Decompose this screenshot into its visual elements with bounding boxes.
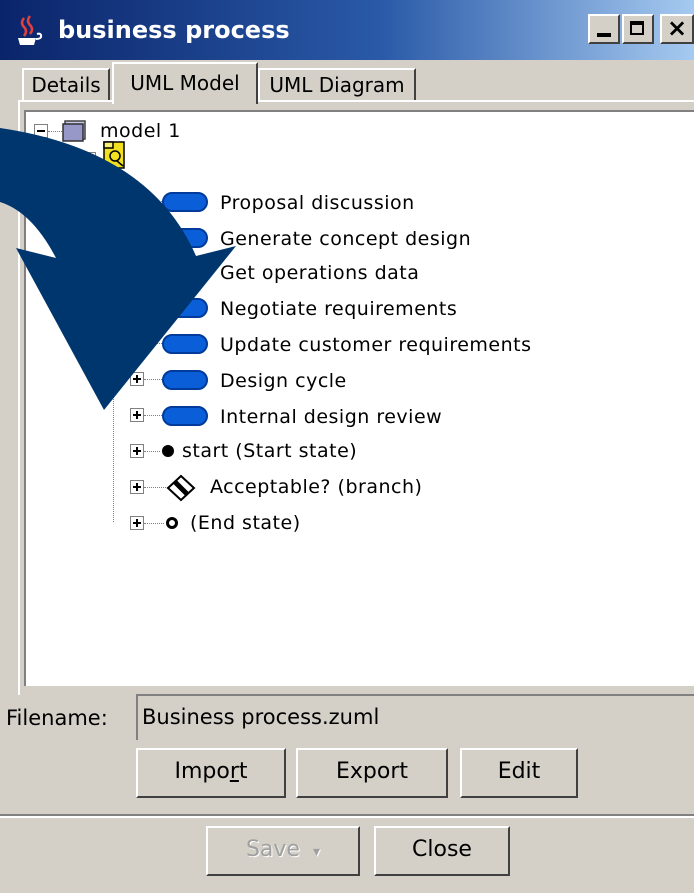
minimize-button[interactable] <box>588 14 620 44</box>
minimize-icon <box>597 33 611 37</box>
tree-item-label[interactable]: (End state) <box>190 512 301 534</box>
end-state-icon <box>166 517 178 529</box>
save-label: Save <box>245 837 300 862</box>
import-label-a: Impo <box>174 759 230 784</box>
close-window-button[interactable]: × <box>660 14 694 44</box>
expand-toggle[interactable] <box>130 444 144 458</box>
import-label-b: t <box>238 759 248 784</box>
tree-item-label[interactable]: Acceptable? (branch) <box>210 476 422 498</box>
java-cup-icon <box>18 15 43 45</box>
tree-connector <box>144 487 168 488</box>
edit-button[interactable]: Edit <box>460 748 578 798</box>
tree-item-label[interactable]: start (Start state) <box>182 440 357 462</box>
import-label-mnemonic: r <box>229 759 239 784</box>
curved-arrow-overlay <box>0 128 236 410</box>
maximize-button[interactable] <box>622 14 654 44</box>
separator <box>0 814 694 818</box>
window-title: business process <box>58 16 290 44</box>
expand-toggle[interactable] <box>130 480 144 494</box>
tree-connector <box>144 523 164 524</box>
window: business process × Details UML Model UML… <box>0 0 694 893</box>
import-button[interactable]: Import <box>136 748 286 798</box>
tab-uml-diagram[interactable]: UML Diagram <box>258 68 416 100</box>
close-icon: × <box>666 14 688 42</box>
title-bar[interactable]: business process × <box>0 0 694 60</box>
start-state-icon <box>162 445 174 457</box>
tab-uml-model[interactable]: UML Model <box>112 62 258 104</box>
dropdown-arrow-icon: ▾ <box>312 844 321 860</box>
maximize-icon <box>630 21 644 35</box>
tree-item-label[interactable]: Update customer requirements <box>220 334 532 356</box>
expand-toggle[interactable] <box>130 516 144 530</box>
save-button: Save ▾ <box>206 826 360 876</box>
filename-field[interactable]: Business process.zuml <box>136 694 694 740</box>
filename-label: Filename: <box>6 706 108 730</box>
branch-diamond-icon <box>166 474 196 502</box>
export-button[interactable]: Export <box>296 748 448 798</box>
tab-details[interactable]: Details <box>22 68 110 100</box>
close-button[interactable]: Close <box>374 826 510 876</box>
tree-connector <box>144 451 160 452</box>
